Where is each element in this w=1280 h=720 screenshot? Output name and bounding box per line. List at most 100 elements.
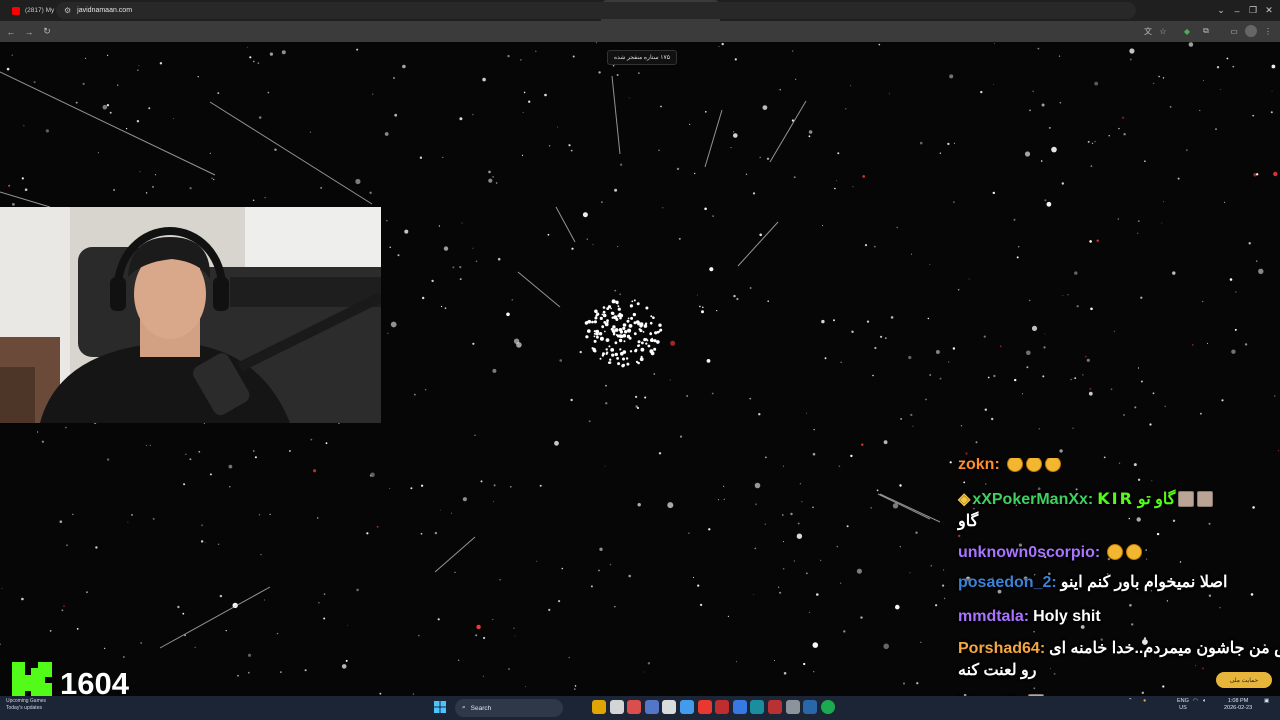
cluster-star <box>618 338 623 343</box>
youtube-icon[interactable] <box>697 700 712 714</box>
address-bar[interactable]: ⚙ javidnamaan.com <box>56 2 1136 19</box>
star <box>1070 378 1072 381</box>
cluster-star <box>639 324 643 328</box>
photoshop-icon[interactable] <box>803 700 818 714</box>
app-icon[interactable] <box>768 700 782 714</box>
app-icon[interactable] <box>785 700 800 714</box>
cluster-star <box>614 352 618 357</box>
gmail-icon[interactable] <box>715 700 730 714</box>
star <box>249 56 252 59</box>
star <box>694 172 696 175</box>
youtube-icon <box>12 6 20 15</box>
app-icon[interactable] <box>627 700 642 714</box>
star <box>1076 305 1079 308</box>
star <box>779 89 781 91</box>
star <box>643 671 645 673</box>
tray-overflow-icon[interactable]: ⌃ <box>1128 698 1133 705</box>
star <box>749 287 752 289</box>
star <box>783 465 785 467</box>
taskbar-search[interactable]: ⌕ Search <box>455 699 563 717</box>
star <box>211 177 213 179</box>
cluster-star <box>626 362 630 366</box>
shooting-star <box>555 206 576 243</box>
star <box>927 317 929 320</box>
star <box>952 347 956 350</box>
chat-username[interactable]: xXPokerManXx: <box>972 491 1093 508</box>
donate-button[interactable]: حمایت ملی <box>1216 672 1272 688</box>
star <box>816 593 819 596</box>
star <box>1215 128 1217 130</box>
star <box>440 509 441 511</box>
menu-icon[interactable]: ⋮ <box>1262 25 1274 37</box>
cluster-star <box>606 321 609 324</box>
star <box>1121 116 1125 120</box>
chat-username[interactable]: mmdtala: <box>958 608 1029 625</box>
star <box>325 442 328 445</box>
star <box>1094 81 1099 86</box>
bookmark-star-icon[interactable]: ☆ <box>1157 25 1169 37</box>
chat-username[interactable]: posaedon_2: <box>958 574 1057 591</box>
app-icon[interactable] <box>644 700 659 714</box>
star <box>136 120 140 123</box>
face-emote-icon <box>1178 491 1195 507</box>
extension-icon[interactable]: ◆ <box>1181 25 1193 37</box>
star <box>185 453 187 456</box>
volume-icon[interactable]: 🔈︎ <box>1203 698 1206 705</box>
star <box>572 55 575 58</box>
star <box>1273 171 1278 177</box>
app-icon[interactable] <box>680 700 694 714</box>
profile-avatar[interactable] <box>1245 25 1257 37</box>
wifi-icon[interactable]: ◠ <box>1193 698 1198 705</box>
cluster-star <box>594 316 598 320</box>
back-button[interactable]: ← <box>2 23 20 41</box>
chat-message: posaedon_2: اصلا نمیخوام باور کنم اینو <box>958 572 1272 594</box>
site-info-icon[interactable]: ⚙ <box>64 6 71 15</box>
file-explorer-icon[interactable] <box>592 700 606 714</box>
star <box>528 100 531 103</box>
star <box>213 178 215 181</box>
cluster-star <box>594 309 598 314</box>
star <box>1161 222 1163 224</box>
star <box>209 473 212 476</box>
notifications-icon[interactable]: ▣ <box>1264 698 1269 705</box>
cluster-star <box>593 333 596 335</box>
chat-username[interactable]: Porshad64: <box>958 640 1045 657</box>
star <box>318 602 320 604</box>
translate-icon[interactable]: 文 <box>1142 25 1154 37</box>
cluster-star <box>601 313 604 316</box>
chat-username[interactable]: zokn: <box>958 458 1000 473</box>
chat-username[interactable]: unknown0scorpio: <box>958 544 1100 561</box>
star <box>637 407 639 409</box>
star <box>1231 349 1236 354</box>
star <box>75 101 78 104</box>
steam-icon[interactable] <box>732 700 747 714</box>
star <box>389 246 391 248</box>
widgets-button[interactable]: Upcoming Games Today's updates <box>6 698 46 712</box>
star <box>258 116 262 119</box>
star <box>59 520 63 523</box>
star <box>86 591 88 594</box>
star <box>200 540 204 543</box>
forward-button[interactable]: → <box>20 23 38 41</box>
app-icon[interactable] <box>750 700 765 714</box>
chrome-icon[interactable] <box>609 700 624 714</box>
tray-app-icon[interactable]: ● <box>1143 698 1146 705</box>
app-icon[interactable] <box>662 700 677 714</box>
windows-start-icon[interactable] <box>433 700 447 714</box>
sidebar-icon[interactable]: ▭ <box>1228 25 1240 37</box>
star <box>619 163 623 166</box>
star <box>903 682 905 685</box>
clock[interactable]: 1:08 PM 2026-02-23 <box>1224 698 1252 712</box>
cluster-star <box>611 316 614 319</box>
star <box>1108 135 1110 137</box>
star <box>1224 201 1225 203</box>
star <box>1140 380 1143 383</box>
close-window-button[interactable]: ✕ <box>1258 0 1280 21</box>
language-indicator[interactable]: ENG US <box>1177 698 1189 712</box>
spotify-icon[interactable] <box>820 700 835 714</box>
star <box>454 571 456 573</box>
reload-button[interactable]: ↻ <box>38 23 56 41</box>
star <box>870 507 872 509</box>
star <box>912 425 914 427</box>
extensions-puzzle-icon[interactable]: ⧉ <box>1200 25 1212 37</box>
